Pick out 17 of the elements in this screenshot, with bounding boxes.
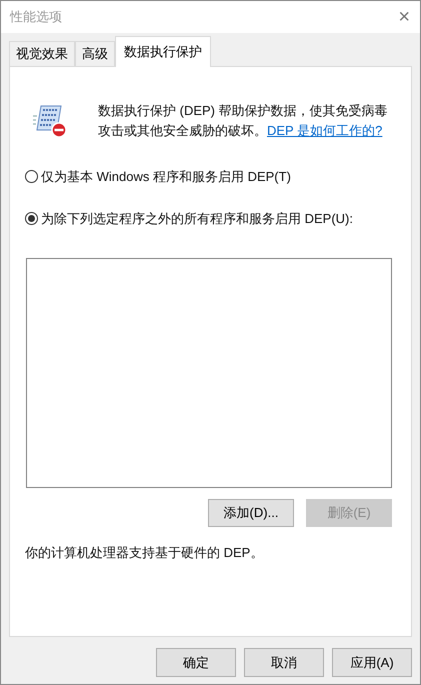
dialog-button[interactable]: 确定	[156, 648, 236, 677]
radio-label: 为除下列选定程序之外的所有程序和服务启用 DEP(U):	[41, 210, 353, 228]
dep-description: 数据执行保护 (DEP) 帮助保护数据，使其免受病毒攻击或其他安全威胁的破坏。DEP 是如何工作的?	[98, 102, 389, 140]
tab[interactable]: 高级	[75, 41, 115, 66]
add-button[interactable]: 添加(D)...	[208, 499, 294, 527]
tab[interactable]: 数据执行保护	[115, 36, 211, 67]
radio-button[interactable]	[25, 170, 38, 184]
window-title: 性能选项	[10, 8, 62, 26]
tab[interactable]: 视觉效果	[9, 41, 75, 66]
dialog-button[interactable]: 取消	[244, 648, 324, 677]
help-link[interactable]: DEP 是如何工作的?	[267, 123, 382, 138]
radio-label: 仅为基本 Windows 程序和服务启用 DEP(T)	[41, 168, 291, 186]
dialog-button[interactable]: 应用(A)	[332, 648, 412, 677]
binary-document-icon	[33, 104, 68, 138]
close-button[interactable]: ×	[398, 7, 410, 27]
radio-button[interactable]	[25, 212, 38, 225]
hardware-dep-status: 你的计算机处理器支持基于硬件的 DEP。	[25, 544, 264, 562]
